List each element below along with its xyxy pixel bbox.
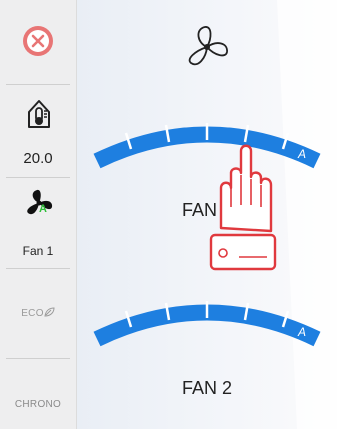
fan-2-mode-label: A: [298, 325, 307, 339]
sidebar-divider: [6, 268, 70, 269]
fan-1-mode-label: A: [298, 147, 307, 161]
eco-label: ECO: [21, 308, 44, 319]
chrono-button[interactable]: CHRONO: [0, 399, 76, 410]
fan-mode-badge: A: [39, 203, 47, 215]
pointing-hand-icon: [209, 144, 277, 271]
close-circle-icon: [27, 30, 49, 52]
eco-button[interactable]: ECO: [0, 307, 76, 319]
house-thermometer-icon[interactable]: [26, 97, 52, 131]
sidebar-divider: [6, 84, 70, 85]
fan-2-title: FAN 2: [181, 378, 233, 398]
sidebar-divider: [6, 177, 70, 178]
fan-1-title: FAN 1: [181, 200, 233, 220]
temperature-value: 20.0: [23, 150, 53, 167]
sidebar-divider: [6, 358, 70, 359]
fan-outline-icon: [188, 26, 228, 66]
leaf-icon: [44, 307, 55, 317]
main-panel: A FAN 1 A FAN 2: [77, 0, 337, 429]
fan-label[interactable]: Fan 1: [0, 244, 76, 258]
close-button[interactable]: [23, 26, 53, 56]
sidebar: 20.0 A Fan 1 ECO CHRONO: [0, 0, 77, 429]
